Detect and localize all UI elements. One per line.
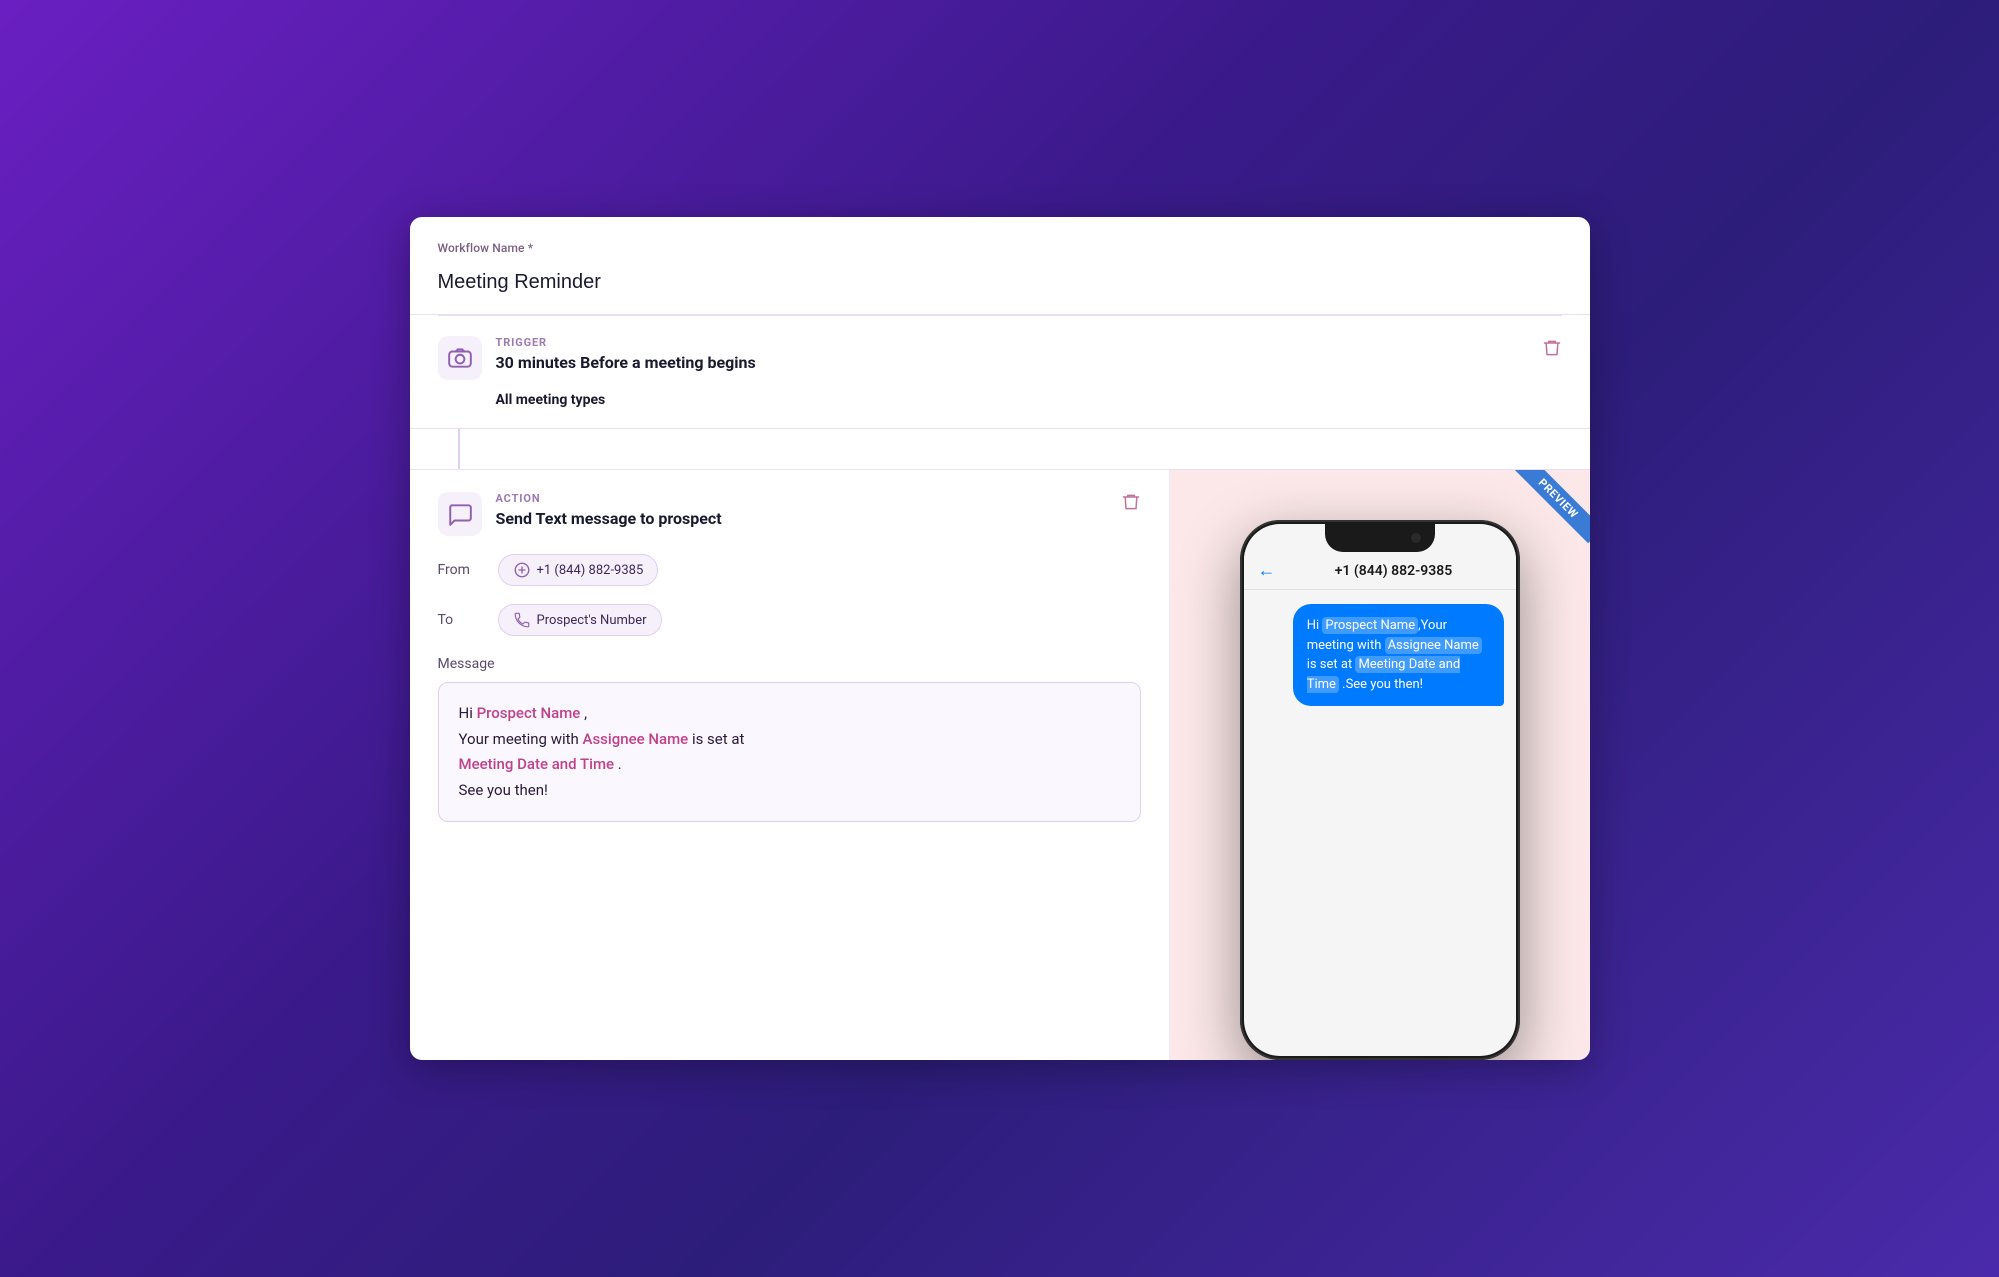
trigger-delete-button[interactable] — [1542, 338, 1562, 363]
camera-icon — [447, 345, 473, 371]
trigger-text: TRIGGER 30 minutes Before a meeting begi… — [496, 336, 756, 372]
action-header: ACTION Send Text message to prospect — [438, 492, 1141, 536]
back-arrow-icon: ← — [1258, 560, 1276, 581]
phone-contact-name: +1 (844) 882-9385 — [1286, 563, 1502, 579]
workflow-name-label: Workflow Name * — [438, 241, 1562, 255]
preview-message-bubble: Hi Prospect Name,Your meeting with Assig… — [1293, 604, 1504, 706]
message-line-3: Meeting Date and Time . — [459, 752, 1120, 778]
from-number: +1 (844) 882-9385 — [537, 563, 644, 578]
bubble-prospect: Prospect Name — [1322, 617, 1418, 634]
msg-hi: Hi — [459, 704, 477, 722]
action-form: ACTION Send Text message to prospect Fro… — [410, 470, 1170, 1060]
trigger-subtitle: All meeting types — [496, 392, 1562, 408]
msg-line2-prefix: Your meeting with — [459, 730, 583, 748]
message-box: Hi Prospect Name , Your meeting with Ass… — [438, 682, 1141, 822]
action-icon — [438, 492, 482, 536]
phone-notch — [1325, 524, 1435, 552]
bubble-end: .See you then! — [1339, 677, 1423, 692]
message-line-1: Hi Prospect Name , — [459, 701, 1120, 727]
trigger-icon — [438, 336, 482, 380]
workflow-name-section: Workflow Name * — [410, 217, 1590, 315]
phone-header: ← +1 (844) 882-9385 — [1244, 552, 1516, 590]
action-section: ACTION Send Text message to prospect Fro… — [410, 469, 1590, 1060]
message-icon — [447, 501, 473, 527]
bubble-assignee: Assignee Name — [1385, 637, 1482, 654]
message-label: Message — [438, 656, 1141, 672]
trigger-type-label: TRIGGER — [496, 336, 756, 349]
trigger-title: 30 minutes Before a meeting begins — [496, 353, 756, 372]
bubble-mid2: is set at — [1307, 657, 1356, 672]
preview-badge-text: PREVIEW — [1513, 470, 1589, 544]
to-value: Prospect's Number — [537, 613, 647, 628]
message-line-2: Your meeting with Assignee Name is set a… — [459, 727, 1120, 753]
from-chip[interactable]: +1 (844) 882-9385 — [498, 554, 659, 586]
connector — [438, 429, 1562, 469]
phone-screen: ← +1 (844) 882-9385 Hi Prospect Name,You… — [1244, 524, 1516, 1056]
action-text: ACTION Send Text message to prospect — [496, 492, 722, 528]
main-card: Workflow Name * TRIGGER 30 minutes Befor… — [410, 217, 1590, 1060]
to-row: To Prospect's Number — [438, 604, 1141, 636]
phone-frame: ← +1 (844) 882-9385 Hi Prospect Name,You… — [1240, 520, 1520, 1060]
phone-preview-panel: PREVIEW ← +1 (844) 882-9385 — [1170, 470, 1590, 1060]
from-label: From — [438, 562, 486, 578]
msg-prospect-var: Prospect Name — [477, 704, 581, 722]
bubble-hi: Hi — [1307, 618, 1323, 633]
trigger-header: TRIGGER 30 minutes Before a meeting begi… — [438, 336, 1562, 380]
to-chip[interactable]: Prospect's Number — [498, 604, 662, 636]
phone-wrapper: ← +1 (844) 882-9385 Hi Prospect Name,You… — [1240, 520, 1520, 1060]
phone-body: Hi Prospect Name,Your meeting with Assig… — [1244, 590, 1516, 1056]
workflow-name-input[interactable] — [438, 263, 1562, 314]
phone-icon — [513, 611, 531, 629]
msg-assignee-var: Assignee Name — [583, 730, 689, 748]
action-title: Send Text message to prospect — [496, 509, 722, 528]
msg-comma: , — [580, 704, 587, 722]
to-label: To — [438, 612, 486, 628]
from-row: From +1 (844) 882-9385 — [438, 554, 1141, 586]
action-type-label: ACTION — [496, 492, 722, 505]
trigger-section: TRIGGER 30 minutes Before a meeting begi… — [410, 316, 1590, 429]
msg-line2-suffix: is set at — [688, 730, 744, 748]
connector-line — [458, 429, 460, 469]
preview-badge: PREVIEW — [1510, 470, 1590, 550]
message-line-4: See you then! — [459, 778, 1120, 804]
msg-line3: . — [614, 755, 622, 773]
notch-dot — [1411, 533, 1421, 543]
plus-circle-icon — [513, 561, 531, 579]
action-delete-button[interactable] — [1121, 492, 1141, 517]
msg-datetime-var: Meeting Date and Time — [459, 755, 615, 773]
